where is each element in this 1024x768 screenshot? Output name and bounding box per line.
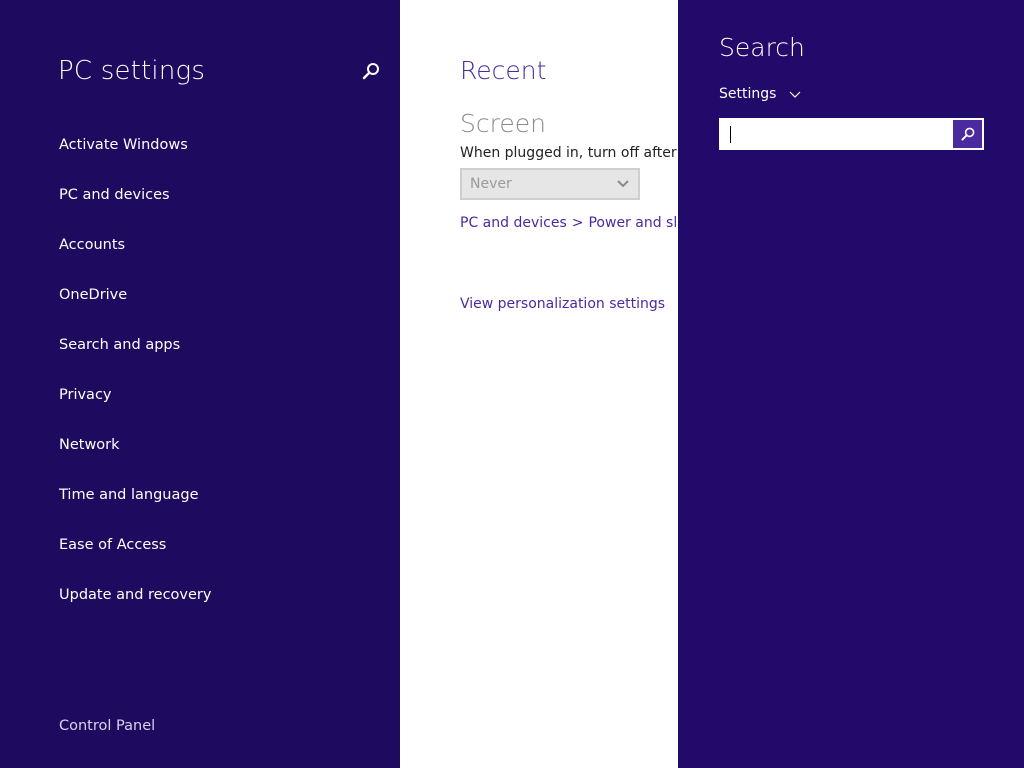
crumb-parent: PC and devices (460, 215, 567, 231)
content-pane: Recent Screen When plugged in, turn off … (400, 0, 678, 768)
nav-item-search-and-apps[interactable]: Search and apps (59, 335, 211, 385)
power-and-sleep-link[interactable]: PC and devices>Power and sleep (460, 215, 678, 231)
nav-item-activate-windows[interactable]: Activate Windows (59, 135, 211, 185)
chevron-down-icon (617, 180, 629, 188)
nav-item-update-and-recovery[interactable]: Update and recovery (59, 585, 211, 635)
nav-pane: PC settings Activate Windows PC and devi… (0, 0, 400, 768)
nav-item-ease-of-access[interactable]: Ease of Access (59, 535, 211, 585)
view-personalization-link[interactable]: View personalization settings (460, 296, 665, 312)
crumb-separator: > (571, 215, 584, 231)
search-icon (960, 127, 974, 141)
search-submit-button[interactable] (953, 120, 982, 148)
search-charm: Search Settings (678, 0, 1024, 768)
dropdown-value: Never (470, 176, 512, 192)
nav-item-privacy[interactable]: Privacy (59, 385, 211, 435)
chevron-down-icon (789, 91, 801, 98)
nav-list: Activate Windows PC and devices Accounts… (59, 135, 211, 635)
screen-heading: Screen (460, 109, 546, 138)
text-caret (730, 126, 731, 143)
charm-title: Search (719, 33, 805, 62)
turn-off-dropdown[interactable]: Never (460, 168, 640, 200)
nav-item-accounts[interactable]: Accounts (59, 235, 211, 285)
search-scope-label: Settings (719, 86, 777, 102)
search-box (719, 118, 984, 150)
control-panel-link[interactable]: Control Panel (59, 718, 155, 734)
search-input[interactable] (721, 120, 954, 148)
search-icon[interactable] (361, 61, 381, 81)
search-scope-dropdown[interactable]: Settings (719, 86, 801, 102)
page-title: PC settings (58, 56, 206, 86)
crumb-child: Power and sleep (588, 215, 678, 231)
nav-item-pc-and-devices[interactable]: PC and devices (59, 185, 211, 235)
nav-item-network[interactable]: Network (59, 435, 211, 485)
nav-item-time-and-language[interactable]: Time and language (59, 485, 211, 535)
nav-item-onedrive[interactable]: OneDrive (59, 285, 211, 335)
turn-off-label: When plugged in, turn off after (460, 145, 677, 161)
recent-heading: Recent (460, 56, 547, 85)
